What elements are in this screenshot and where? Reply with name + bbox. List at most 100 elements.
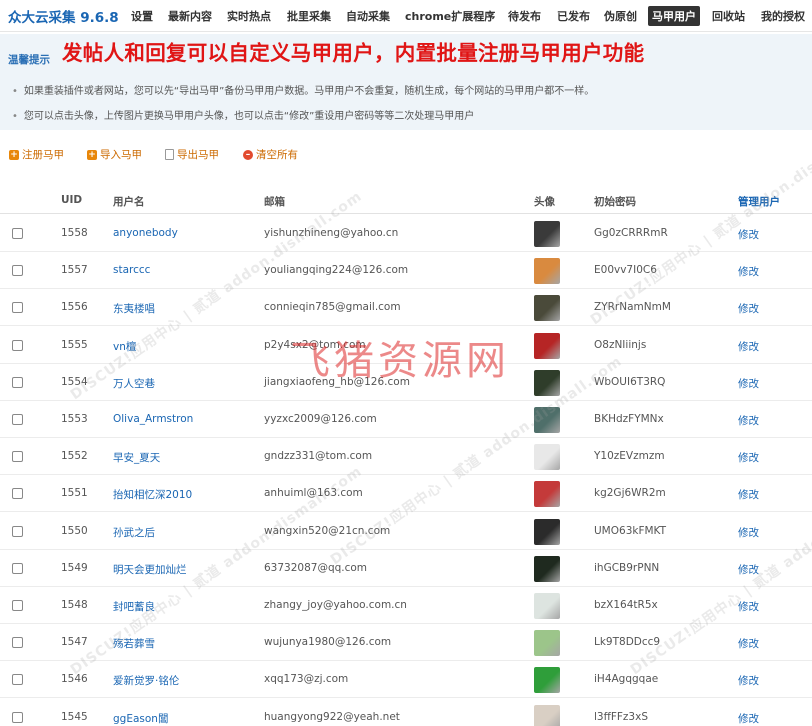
row-username[interactable]: vn檀: [113, 339, 136, 354]
avatar[interactable]: [534, 667, 560, 694]
row-username[interactable]: 孙武之后: [113, 525, 155, 540]
tip-line-1: • 如果重装插件或者网站，您可以先“导出马甲”备份马甲用户数据。马甲用户不会重复，…: [12, 86, 595, 97]
row-username[interactable]: 万人空巷: [113, 376, 155, 391]
col-manage[interactable]: 管理用户: [738, 194, 780, 209]
nav-latest[interactable]: 最新内容: [168, 8, 212, 24]
export-vest-button[interactable]: 导出马甲: [165, 147, 219, 162]
row-password: Lk9T8DDcc9: [594, 636, 661, 649]
edit-link[interactable]: 修改: [738, 413, 759, 428]
row-username[interactable]: 封吧蓄良: [113, 599, 155, 614]
row-password: kg2Gj6WR2m: [594, 487, 666, 500]
nav-recycle[interactable]: 回收站: [712, 8, 745, 24]
nav-license[interactable]: 我的授权: [761, 8, 805, 24]
row-username[interactable]: 爱新觉罗·铭伦: [113, 673, 179, 688]
nav-batch[interactable]: 批里采集: [287, 8, 331, 24]
row-checkbox[interactable]: [12, 414, 23, 425]
table-row: 1547 殇若葬雪 wujunya1980@126.com Lk9T8DDcc9 修改: [0, 624, 812, 662]
row-username[interactable]: 东夷楼唱: [113, 301, 155, 316]
avatar[interactable]: [534, 332, 560, 359]
row-email: jiangxiaofeng_hb@126.com: [264, 375, 410, 388]
avatar[interactable]: [534, 704, 560, 726]
row-username[interactable]: Oliva_Armstron: [113, 413, 193, 425]
plus-icon: +: [87, 149, 97, 160]
row-username[interactable]: 抬知相忆深2010: [113, 487, 192, 502]
row-uid: 1546: [61, 673, 88, 686]
row-checkbox[interactable]: [12, 339, 23, 351]
edit-link[interactable]: 修改: [738, 376, 759, 391]
row-username[interactable]: 早安_夏天: [113, 450, 160, 465]
edit-link[interactable]: 修改: [738, 450, 759, 465]
nav-vest-users[interactable]: 马甲用户: [648, 6, 700, 26]
nav-chrome[interactable]: chrome扩展程序: [405, 8, 495, 24]
edit-link[interactable]: 修改: [738, 301, 759, 316]
edit-link[interactable]: 修改: [738, 562, 759, 577]
row-checkbox[interactable]: [12, 265, 23, 277]
row-password: l3ffFFz3xS: [594, 710, 648, 723]
row-checkbox[interactable]: [12, 637, 23, 649]
avatar[interactable]: [534, 369, 560, 396]
row-email: gndzz331@tom.com: [264, 450, 373, 463]
table-header: UID 用户名 邮箱 头像 初始密码 管理用户: [0, 186, 812, 214]
row-username[interactable]: anyonebody: [113, 227, 178, 239]
row-email: wujunya1980@126.com: [264, 636, 392, 649]
edit-link[interactable]: 修改: [738, 487, 759, 502]
row-checkbox[interactable]: [12, 600, 23, 611]
col-password: 初始密码: [594, 196, 636, 208]
row-password: UMO63kFMKT: [594, 524, 667, 537]
edit-link[interactable]: 修改: [738, 636, 759, 651]
row-uid: 1551: [61, 487, 88, 500]
row-checkbox[interactable]: [12, 451, 23, 463]
clear-all-button[interactable]: – 清空所有: [243, 147, 298, 162]
import-vest-button[interactable]: + 导入马甲: [87, 147, 142, 162]
row-username[interactable]: starccc: [113, 264, 150, 276]
row-checkbox[interactable]: [12, 376, 23, 388]
nav-published[interactable]: 已发布: [557, 8, 590, 24]
row-checkbox[interactable]: [12, 525, 23, 537]
row-password: BKHdzFYMNx: [594, 413, 664, 425]
table-row: 1554 万人空巷 jiangxiaofeng_hb@126.com WbOUI6T3…: [0, 364, 812, 401]
avatar[interactable]: [534, 295, 560, 322]
avatar[interactable]: [534, 555, 560, 582]
edit-link[interactable]: 修改: [738, 339, 759, 354]
table-row: 1551 抬知相忆深2010 anhuiml@163.com kg2Gj6WR2m 修改: [0, 475, 812, 513]
edit-link[interactable]: 修改: [738, 264, 759, 279]
avatar[interactable]: [534, 481, 560, 508]
table-row: 1550 孙武之后 wangxin520@21cn.com UMO63kFMKT 修改: [0, 513, 812, 550]
row-email: huangyong922@yeah.net: [264, 710, 400, 723]
nav-pending[interactable]: 待发布: [508, 8, 541, 24]
row-username[interactable]: 明天会更加灿烂: [113, 562, 187, 577]
avatar[interactable]: [534, 593, 560, 619]
row-checkbox[interactable]: [12, 302, 23, 314]
avatar[interactable]: [534, 258, 560, 285]
col-username: 用户名: [113, 196, 145, 208]
edit-link[interactable]: 修改: [738, 673, 759, 688]
row-uid: 1552: [61, 450, 88, 463]
nav-auto[interactable]: 自动采集: [346, 8, 390, 24]
row-username[interactable]: ggEason閶: [113, 711, 168, 726]
avatar[interactable]: [534, 221, 560, 247]
nav-settings[interactable]: 设置: [131, 8, 153, 24]
edit-link[interactable]: 修改: [738, 599, 759, 614]
edit-link[interactable]: 修改: [738, 711, 759, 726]
avatar[interactable]: [534, 518, 560, 545]
row-checkbox[interactable]: [12, 562, 23, 574]
row-username[interactable]: 殇若葬雪: [113, 636, 155, 651]
edit-link[interactable]: 修改: [738, 525, 759, 540]
row-password: WbOUI6T3RQ: [594, 375, 666, 388]
register-vest-button[interactable]: + 注册马甲: [9, 147, 64, 162]
row-checkbox[interactable]: [12, 228, 23, 239]
col-avatar: 头像: [534, 196, 555, 208]
row-checkbox[interactable]: [12, 711, 23, 723]
nav-rewrite[interactable]: 伪原创: [604, 8, 637, 24]
col-uid: UID: [61, 194, 83, 206]
row-checkbox[interactable]: [12, 674, 23, 686]
avatar[interactable]: [534, 630, 560, 657]
avatar[interactable]: [534, 444, 560, 471]
table-row: 1546 爱新觉罗·铭伦 xqq173@zj.com iH4Agqgqae 修改: [0, 661, 812, 699]
table-row: 1558 anyonebody yishunzhineng@yahoo.cn Gg0z…: [0, 215, 812, 252]
nav-hot[interactable]: 实时热点: [227, 8, 271, 24]
row-checkbox[interactable]: [12, 488, 23, 500]
avatar[interactable]: [534, 407, 560, 433]
row-password: ZYRrNamNmM: [594, 301, 671, 314]
edit-link[interactable]: 修改: [738, 227, 759, 242]
